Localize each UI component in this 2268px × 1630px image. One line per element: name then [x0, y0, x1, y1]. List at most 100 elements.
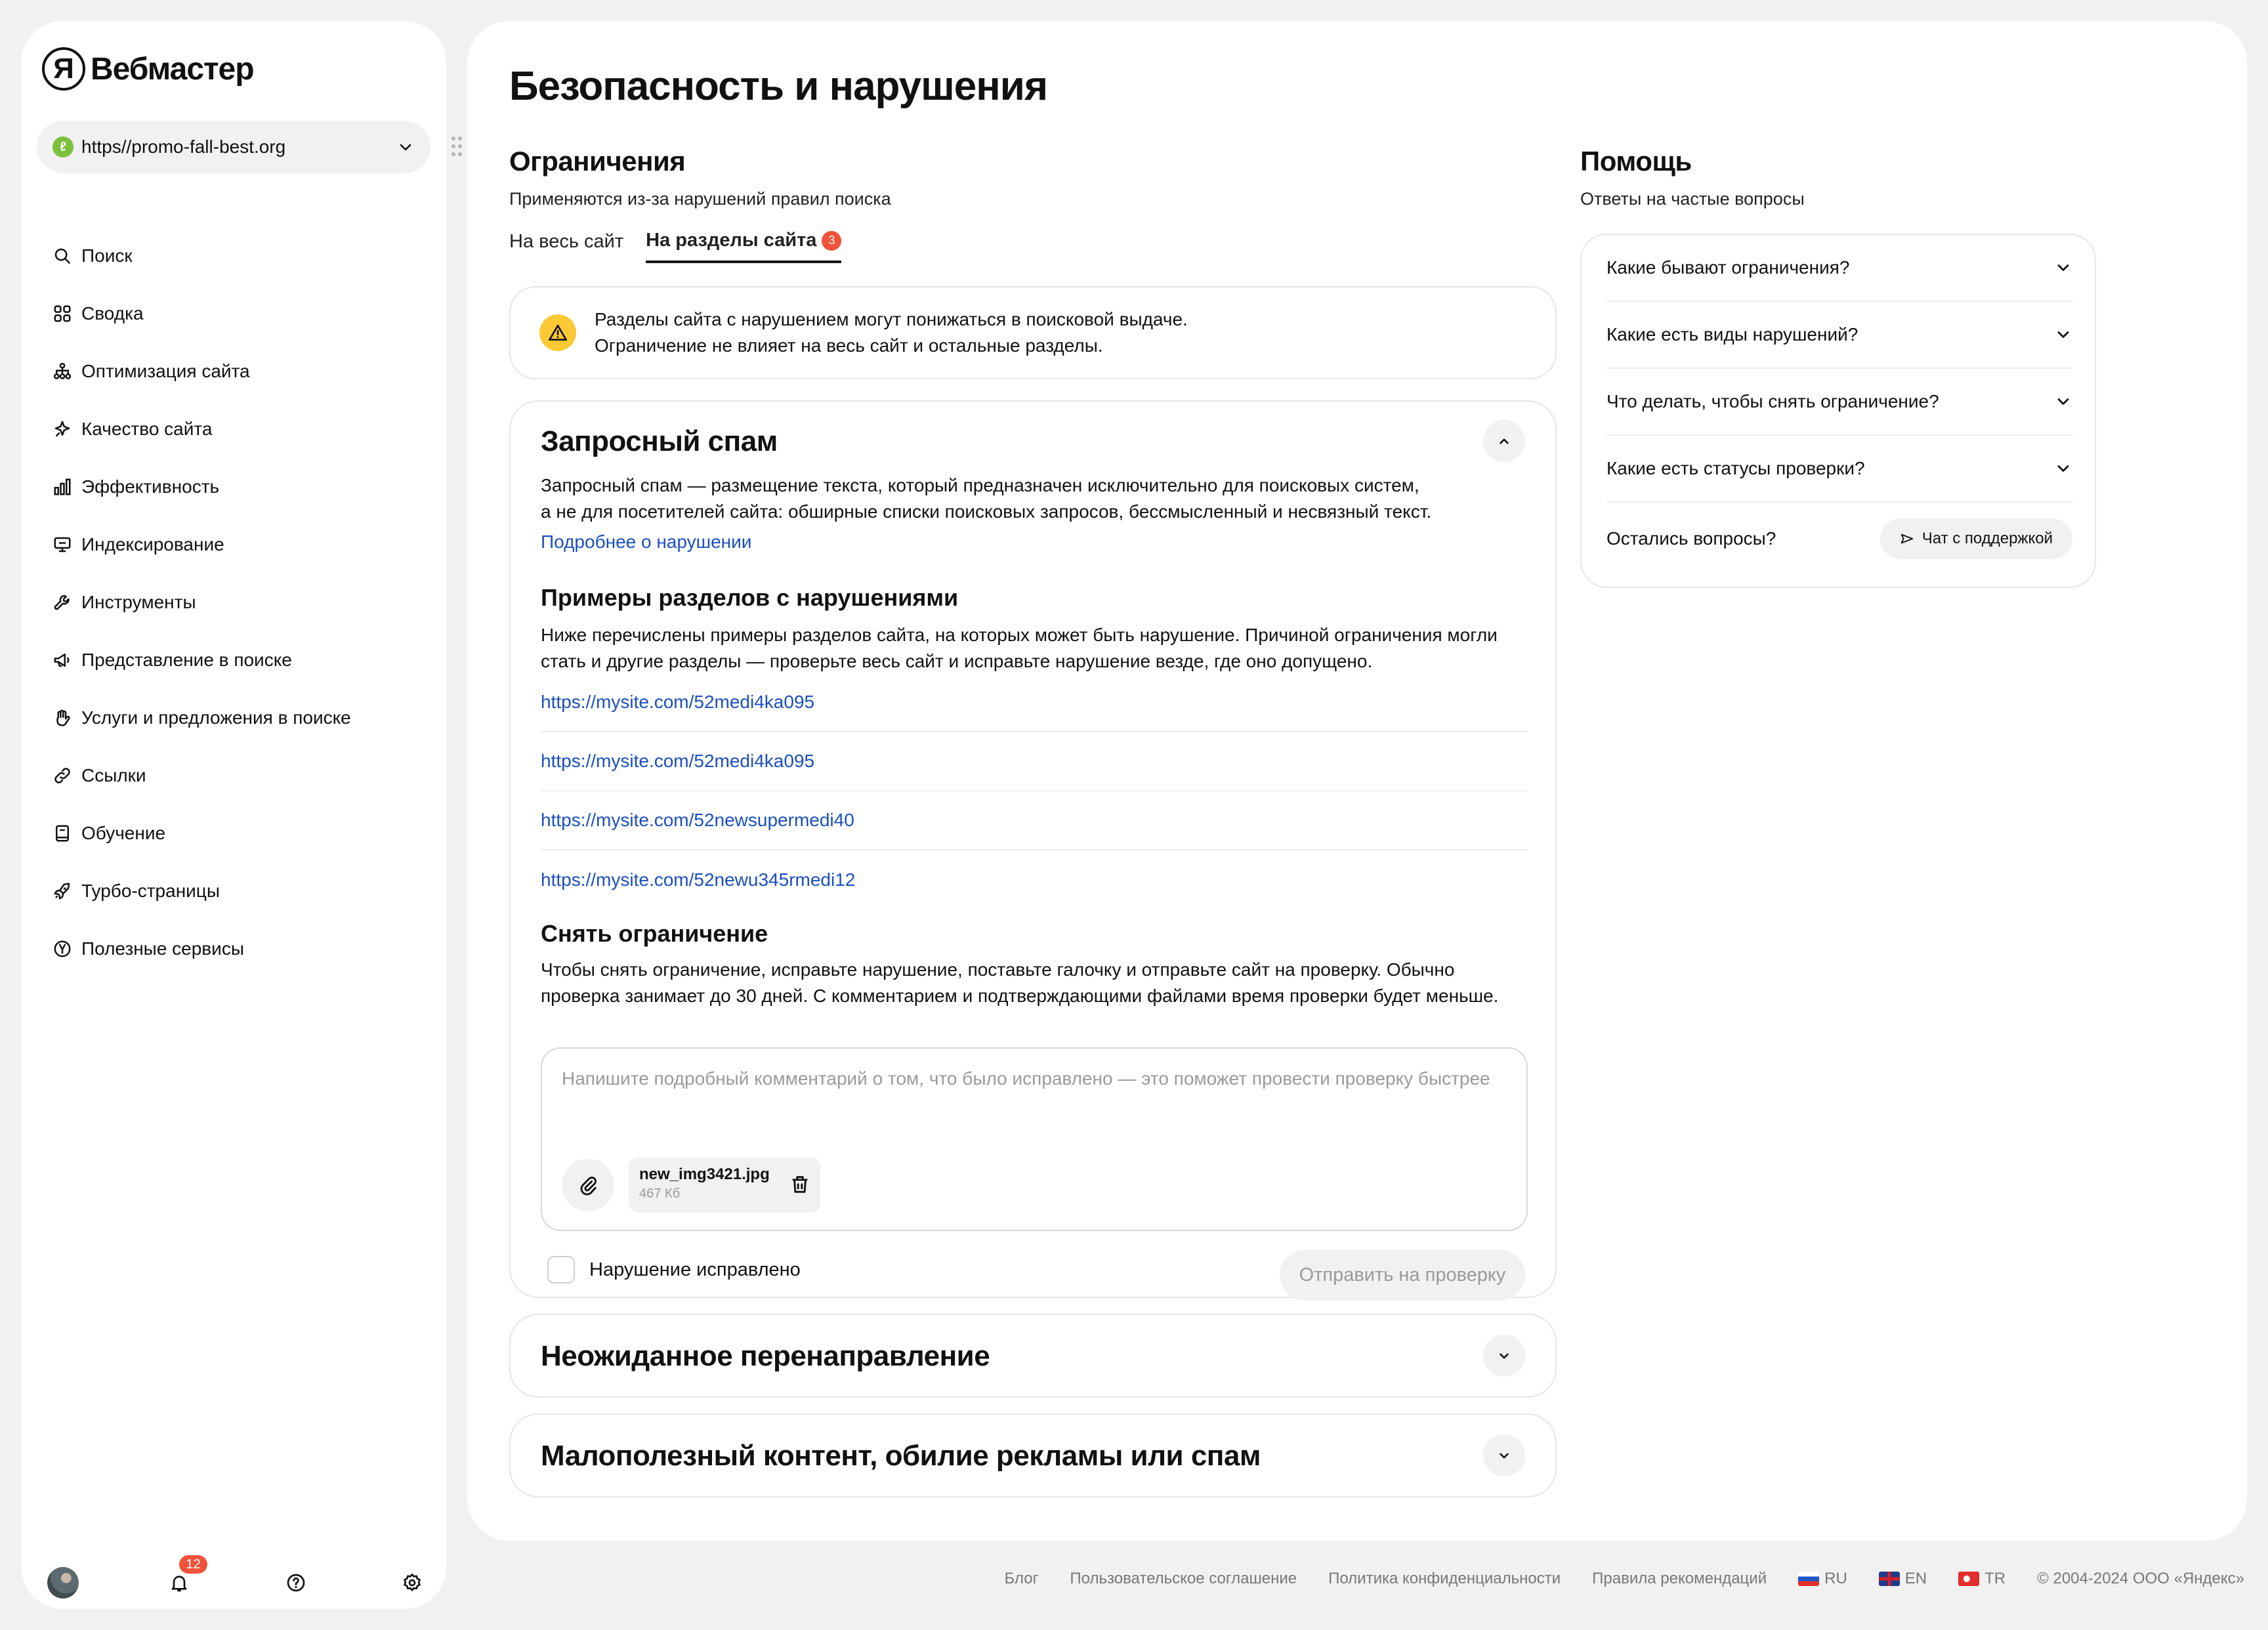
- example-url-link[interactable]: https://mysite.com/52medi4ka095: [541, 751, 814, 772]
- fixed-checkbox-row[interactable]: Нарушение исправлено: [547, 1256, 801, 1284]
- footer-link-blog[interactable]: Блог: [1005, 1570, 1039, 1588]
- main-content: Безопасность и нарушения Ограничения При…: [467, 21, 2247, 1541]
- sidebar-item-search[interactable]: Поиск: [52, 227, 351, 285]
- hierarchy-icon: [53, 362, 72, 379]
- faq-question: Какие бывают ограничения?: [1606, 257, 1850, 278]
- violation-title: Неожиданное перенаправление: [541, 1340, 990, 1372]
- page-footer: Блог Пользовательское соглашение Политик…: [1005, 1570, 2244, 1588]
- footer-link-recommendations[interactable]: Правила рекомендаций: [1592, 1570, 1767, 1588]
- comment-textarea[interactable]: Напишите подробный комментарий о том, чт…: [541, 1047, 1528, 1231]
- examples-title: Примеры разделов с нарушениями: [541, 584, 959, 611]
- faq-item[interactable]: Какие есть виды нарушений?: [1606, 302, 2072, 369]
- sidebar-item-indexing[interactable]: Индексирование: [52, 516, 351, 574]
- notification-count-badge: 12: [179, 1555, 207, 1574]
- example-url-link[interactable]: https://mysite.com/52medi4ka095: [541, 692, 814, 713]
- violation-card-collapsed[interactable]: Неожиданное перенаправление: [509, 1314, 1557, 1398]
- fixed-checkbox-label: Нарушение исправлено: [589, 1259, 801, 1280]
- notifications-button[interactable]: 12: [163, 1555, 207, 1599]
- remove-restriction-title: Снять ограничение: [541, 920, 768, 947]
- app-logo[interactable]: Я Вебмастер: [42, 47, 255, 91]
- sidebar-item-summary[interactable]: Сводка: [52, 285, 351, 343]
- example-url-link[interactable]: https://mysite.com/52newsupermedi40: [541, 810, 854, 831]
- warning-text: Разделы сайта с нарушением могут понижат…: [595, 309, 1188, 356]
- site-favicon-icon: ℓ: [52, 136, 74, 157]
- example-url-row: https://mysite.com/52newsupermedi40: [541, 791, 1528, 850]
- yandex-logo-icon: Я: [42, 47, 85, 91]
- more-about-violation-link[interactable]: Подробнее о нарушении: [541, 532, 751, 553]
- support-chat-button[interactable]: Чат с поддержкой: [1880, 518, 2072, 559]
- warning-icon: [539, 314, 576, 351]
- violation-card-collapsed[interactable]: Малополезный контент, обилие рекламы или…: [509, 1413, 1557, 1497]
- example-url-link[interactable]: https://mysite.com/52newu345rmedi12: [541, 869, 855, 890]
- violation-card: Запросный спам Запросный спам — размещен…: [509, 400, 1557, 1301]
- wrench-icon: [54, 595, 70, 610]
- sidebar-item-links[interactable]: Ссылки: [52, 747, 351, 805]
- violation-title: Запросный спам: [541, 425, 778, 457]
- support-chat-label: Чат с поддержкой: [1922, 530, 2053, 547]
- fixed-checkbox[interactable]: [547, 1256, 575, 1284]
- avatar[interactable]: [47, 1567, 79, 1599]
- help-subtitle: Ответы на частые вопросы: [1580, 189, 1805, 209]
- sidebar-item-optimization[interactable]: Оптимизация сайта: [52, 343, 351, 400]
- sidebar-item-label: Обучение: [81, 823, 166, 843]
- sidebar-item-efficiency[interactable]: Эффективность: [52, 458, 351, 516]
- site-url: https//promo-fall-best.org: [81, 136, 286, 157]
- footer-link-agreement[interactable]: Пользовательское соглашение: [1070, 1570, 1297, 1588]
- sidebar-item-services[interactable]: Услуги и предложения в поиске: [52, 689, 351, 747]
- copyright: © 2004-2024 ООО «Яндекс»: [2037, 1570, 2244, 1587]
- faq-item[interactable]: Какие бывают ограничения?: [1606, 235, 2072, 302]
- settings-button[interactable]: [396, 1567, 428, 1599]
- chevron-down-icon: [2057, 465, 2069, 472]
- drag-handle-icon[interactable]: [450, 135, 463, 157]
- collapse-button[interactable]: [1483, 420, 1525, 462]
- search-icon: [54, 248, 70, 264]
- sidebar-item-label: Представление в поиске: [81, 650, 292, 670]
- lang-tr[interactable]: TR: [1958, 1570, 2006, 1588]
- tab-whole-site[interactable]: На весь сайт: [509, 230, 623, 263]
- sidebar-item-label: Поиск: [81, 245, 133, 266]
- page-title: Безопасность и нарушения: [509, 64, 1048, 109]
- sidebar-item-label: Сводка: [81, 303, 144, 324]
- faq-item[interactable]: Что делать, чтобы снять ограничение?: [1606, 369, 2072, 436]
- app-name: Вебмастер: [91, 51, 255, 87]
- sidebar-item-label: Эффективность: [81, 476, 220, 497]
- sidebar-item-learning[interactable]: Обучение: [52, 805, 351, 862]
- site-selector[interactable]: ℓ https//promo-fall-best.org: [37, 121, 430, 173]
- hand-icon: [56, 709, 70, 726]
- sidebar-nav: Поиск Сводка Оптимизация сайта Качество …: [52, 227, 351, 978]
- example-url-row: https://mysite.com/52newu345rmedi12: [541, 850, 1528, 909]
- attach-file-button[interactable]: [562, 1159, 614, 1211]
- tab-site-sections[interactable]: На разделы сайта 3: [646, 230, 842, 263]
- help-title: Помощь: [1580, 146, 1692, 177]
- comment-placeholder: Напишите подробный комментарий о том, чт…: [562, 1068, 1490, 1089]
- chevron-down-icon: [396, 138, 415, 156]
- chevron-down-icon: [1500, 1353, 1509, 1359]
- footer-link-privacy[interactable]: Политика конфиденциальности: [1328, 1570, 1561, 1588]
- remove-restriction-text: Чтобы снять ограничение, исправьте наруш…: [541, 959, 1499, 1006]
- help-card: Какие бывают ограничения? Какие есть вид…: [1580, 234, 2096, 588]
- lang-en[interactable]: EN: [1878, 1570, 1927, 1588]
- sidebar: Я Вебмастер ℓ https//promo-fall-best.org…: [21, 21, 446, 1609]
- restrictions-title: Ограничения: [509, 146, 686, 177]
- sidebar-item-useful-services[interactable]: Полезные сервисы: [52, 920, 351, 978]
- trash-icon[interactable]: [789, 1173, 811, 1196]
- submit-for-review-button[interactable]: Отправить на проверку: [1280, 1249, 1525, 1301]
- chevron-down-icon: [2057, 398, 2069, 405]
- faq-question: Какие есть статусы проверки?: [1606, 458, 1865, 478]
- expand-button[interactable]: [1483, 1335, 1525, 1377]
- help-button[interactable]: [280, 1567, 312, 1599]
- restrictions-subtitle: Применяются из-за нарушений правил поиск…: [509, 189, 891, 209]
- warning-banner: Разделы сайта с нарушением могут понижат…: [509, 286, 1557, 379]
- expand-button[interactable]: [1483, 1434, 1525, 1476]
- sidebar-item-label: Индексирование: [81, 534, 224, 554]
- violation-description: Запросный спам — размещение текста, кото…: [541, 475, 1432, 522]
- sidebar-item-tools[interactable]: Инструменты: [52, 574, 351, 631]
- sidebar-item-turbo[interactable]: Турбо-страницы: [52, 862, 351, 920]
- sidebar-item-presentation[interactable]: Представление в поиске: [52, 631, 351, 689]
- sidebar-item-label: Услуги и предложения в поиске: [81, 707, 351, 728]
- faq-item[interactable]: Какие есть статусы проверки?: [1606, 436, 2072, 503]
- lang-ru[interactable]: RU: [1798, 1570, 1847, 1588]
- sidebar-item-quality[interactable]: Качество сайта: [52, 400, 351, 458]
- tab-label: На разделы сайта: [646, 230, 817, 251]
- sidebar-item-label: Ссылки: [81, 765, 146, 785]
